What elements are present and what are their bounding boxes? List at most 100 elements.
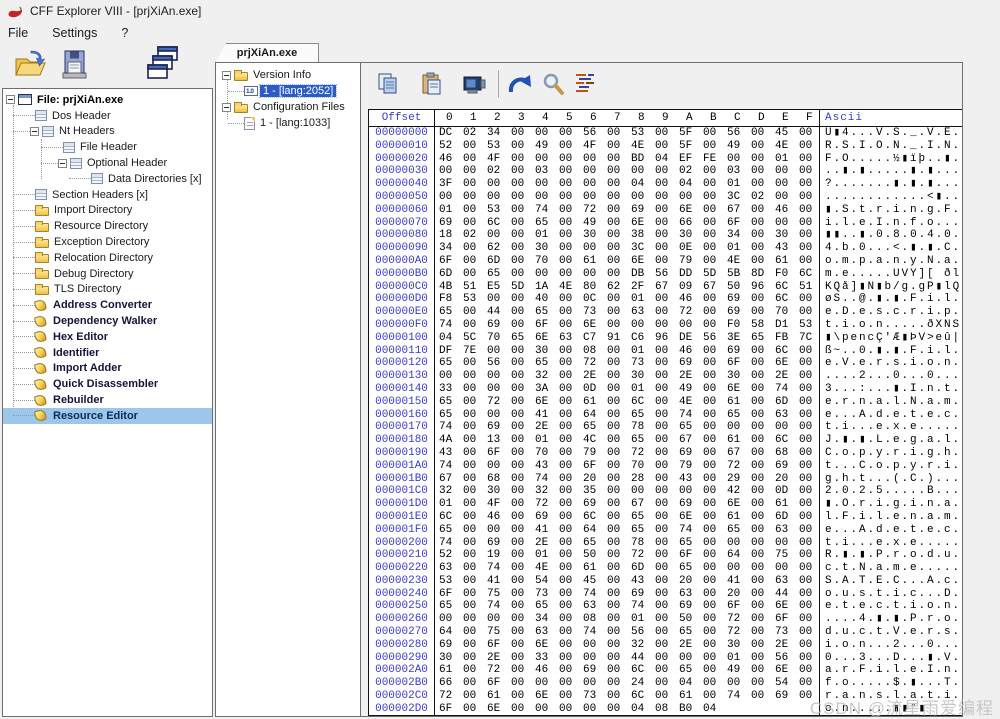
hex-row[interactable]: 00000160 6500000041006400650074006500630… (369, 409, 962, 422)
hex-row-ascii[interactable]: e.V.e.r.s.i.o.n. (819, 357, 962, 370)
explorer-tree-item[interactable]: Quick Disassembler (3, 376, 212, 392)
hex-row-ascii[interactable]: 4.b.0...<.▮.▮.C. (819, 242, 962, 255)
hex-row-ascii[interactable]: Ü▮4...V.S._.V.E. (819, 127, 962, 140)
hex-row-ascii[interactable]: ?.......▮.▮.▮... (819, 178, 962, 191)
hex-row[interactable]: 00000050 0000000000000000000000003C02000… (369, 191, 962, 204)
hex-row-bytes[interactable]: 6F006E00000000000408B004 (435, 703, 819, 716)
collapse-toggle-icon[interactable] (30, 127, 39, 136)
hex-row-ascii[interactable]: KQå]▮N▮b/g.gP▮lQ (819, 281, 962, 294)
hex-row-bytes[interactable]: 00000000340008000100500072006F00 (435, 613, 819, 626)
hex-row-ascii[interactable]: J.▮.▮.L.e.g.a.l. (819, 434, 962, 447)
find-button[interactable] (541, 72, 567, 101)
collapse-toggle-icon[interactable] (6, 95, 15, 104)
hex-row[interactable]: 00000180 4A00130001004C006500670061006C0… (369, 434, 962, 447)
hex-row-bytes[interactable]: 6500560065007200730069006F006E00 (435, 357, 819, 370)
hex-row-bytes[interactable]: 64007500630074005600650072007300 (435, 626, 819, 639)
hex-row-ascii[interactable]: ß~..0.▮.▮.F.i.l. (819, 345, 962, 358)
hex-row-ascii[interactable]: ▮.O.r.i.g.i.n.a. (819, 498, 962, 511)
explorer-tree-item[interactable]: Debug Directory (3, 266, 212, 282)
hex-row[interactable]: 000000E0 6500440065007300630072006900700… (369, 306, 962, 319)
hex-row-bytes[interactable]: 43006F00700079007200690067006800 (435, 447, 819, 460)
hex-row-bytes[interactable]: 6500740065006300740069006F006E00 (435, 600, 819, 613)
hex-row-bytes[interactable]: 65000000410064006500740065006300 (435, 524, 819, 537)
hex-row-bytes[interactable]: 740069006F006E0000000000F058D153 (435, 319, 819, 332)
explorer-tree-item[interactable]: Dependency Walker (3, 313, 212, 329)
hex-row[interactable]: 000002C0 720061006E0073006C0061007400690… (369, 690, 962, 703)
hex-row[interactable]: 00000070 69006C00650049006E0066006F00000… (369, 217, 962, 230)
hex-row-ascii[interactable]: øS..@.▮.▮.F.i.l. (819, 293, 962, 306)
hex-row[interactable]: 000001C0 32003000320035000000000042000D0… (369, 485, 962, 498)
hex-row-bytes[interactable]: 67006800740020002800430029002000 (435, 473, 819, 486)
hex-row-bytes[interactable]: 0000000032002E0030002E0030002E00 (435, 370, 819, 383)
hex-row-ascii[interactable]: ............<▮.. (819, 191, 962, 204)
disassemble-button[interactable] (574, 72, 598, 99)
collapse-toggle-icon[interactable] (222, 71, 231, 80)
hex-row-bytes[interactable]: 00000200030000000000020003000000 (435, 165, 819, 178)
hex-row-bytes[interactable]: 69006F006E00000032002E0030002E00 (435, 639, 819, 652)
explorer-tree-item[interactable]: Dos Header (3, 108, 212, 124)
hex-row[interactable]: 000000A0 6F006D00700061006E0079004E00610… (369, 255, 962, 268)
goto-offset-button[interactable] (506, 72, 534, 101)
hex-row-bytes[interactable]: 46004F0000000000BD04EFFE00000100 (435, 153, 819, 166)
hex-row-ascii[interactable]: e...A.d.e.t.e.c. (819, 409, 962, 422)
hex-row-ascii[interactable]: R.▮.▮.P.r.o.d.u. (819, 549, 962, 562)
hex-row-ascii[interactable]: ▮\pencÇ'Æ▮ÞV>eû| (819, 332, 962, 345)
explorer-tree-item[interactable]: File: prjXiAn.exe (3, 92, 212, 108)
hex-row[interactable]: 00000130 0000000032002E0030002E0030002E0… (369, 370, 962, 383)
hex-row-bytes[interactable]: 0000000000000000000000003C020000 (435, 191, 819, 204)
hex-row-ascii[interactable]: F.O.....½▮ïþ..▮. (819, 153, 962, 166)
explorer-tree-item[interactable]: File Header (3, 139, 212, 155)
hex-row[interactable]: 00000220 630074004E0061006D0065000000000… (369, 562, 962, 575)
hex-row[interactable]: 00000020 46004F0000000000BD04EFFE0000010… (369, 153, 962, 166)
hex-row[interactable]: 000001D0 01004F0072006900670069006E00610… (369, 498, 962, 511)
explorer-tree-item[interactable]: Nt Headers (3, 124, 212, 140)
hex-row[interactable]: 00000190 43006F0070007900720069006700680… (369, 447, 962, 460)
hex-row[interactable]: 00000200 740069002E006500780065000000000… (369, 537, 962, 550)
copy-button[interactable] (376, 72, 400, 99)
hex-row-bytes[interactable]: 5200530049004F004E005F0049004E00 (435, 140, 819, 153)
hex-row[interactable]: 00000280 69006F006E00000032002E0030002E0… (369, 639, 962, 652)
hex-row-bytes[interactable]: 66006F00000000002400040000005400 (435, 677, 819, 690)
hex-row-bytes[interactable]: 720061006E0073006C00610074006900 (435, 690, 819, 703)
explorer-tree-item[interactable]: Section Headers [x] (3, 187, 212, 203)
hex-row-ascii[interactable]: 0...3...D...▮.V. (819, 652, 962, 665)
explorer-tree-item[interactable]: Relocation Directory (3, 250, 212, 266)
switch-view-button[interactable] (146, 45, 180, 84)
hex-row[interactable]: 000001B0 6700680074002000280043002900200… (369, 473, 962, 486)
hex-row[interactable]: 000000D0 F853000040000C000100460069006C0… (369, 293, 962, 306)
hex-row-bytes[interactable]: 330000003A000D00010049006E007400 (435, 383, 819, 396)
explorer-tree-item[interactable]: Optional Header (3, 155, 212, 171)
hex-row-ascii[interactable]: ..▮.▮.....▮.▮... (819, 165, 962, 178)
hex-row-bytes[interactable]: 30002E00330000004400000001005600 (435, 652, 819, 665)
hex-row-bytes[interactable]: 4A00130001004C006500670061006C00 (435, 434, 819, 447)
hex-row-bytes[interactable]: F853000040000C000100460069006C00 (435, 293, 819, 306)
hex-row-ascii[interactable]: ....2...0...0... (819, 370, 962, 383)
hex-row-bytes[interactable]: 65004400650073006300720069007000 (435, 306, 819, 319)
hex-row-ascii[interactable]: t.i.o.n.....ðXÑS (819, 319, 962, 332)
hex-row-ascii[interactable]: l.F.i.l.e.n.a.m. (819, 511, 962, 524)
hex-row-bytes[interactable]: 18020000010030003800300034003000 (435, 229, 819, 242)
hex-row-bytes[interactable]: DC0234000000560053005F0056004500 (435, 127, 819, 140)
hex-row[interactable]: 000001E0 6C00460069006C0065006E0061006D0… (369, 511, 962, 524)
menu-item[interactable]: ? (121, 26, 128, 40)
collapse-toggle-icon[interactable] (222, 103, 231, 112)
hex-row-bytes[interactable]: 6D00650000000000DB56DD5D5B8DF06C (435, 268, 819, 281)
hex-row[interactable]: 00000120 6500560065007200730069006F006E0… (369, 357, 962, 370)
hex-row-bytes[interactable]: 69006C00650049006E0066006F000000 (435, 217, 819, 230)
hex-row-bytes[interactable]: 34006200300000003C000E0001004300 (435, 242, 819, 255)
hex-row-ascii[interactable]: o.n.....▮▮°▮ (819, 703, 962, 716)
hex-row-ascii[interactable]: ....4.▮.▮.P.r.o. (819, 613, 962, 626)
hex-row-ascii[interactable]: g.h.t...(.C.)... (819, 473, 962, 486)
explorer-tree-item[interactable]: Identifier (3, 345, 212, 361)
hex-row-ascii[interactable]: o.u.s.t.i.c...D. (819, 588, 962, 601)
hex-row-ascii[interactable]: i.l.e.I.n.f.o... (819, 217, 962, 230)
hex-row[interactable]: 00000140 330000003A000D00010049006E00740… (369, 383, 962, 396)
hex-row[interactable]: 00000110 DF7E0000300008000100460069006C0… (369, 345, 962, 358)
hex-row-bytes[interactable]: 010053007400720069006E0067004600 (435, 204, 819, 217)
hex-row[interactable]: 000002A0 61007200460069006C00650049006E0… (369, 664, 962, 677)
hex-row[interactable]: 000000B0 6D00650000000000DB56DD5D5B8DF06… (369, 268, 962, 281)
hex-row-ascii[interactable]: R.S.I.O.N._.I.N. (819, 140, 962, 153)
hex-row[interactable]: 000000F0 740069006F006E0000000000F058D15… (369, 319, 962, 332)
explorer-tree-item[interactable]: Hex Editor (3, 329, 212, 345)
hex-row-bytes[interactable]: 61007200460069006C00650049006E00 (435, 664, 819, 677)
